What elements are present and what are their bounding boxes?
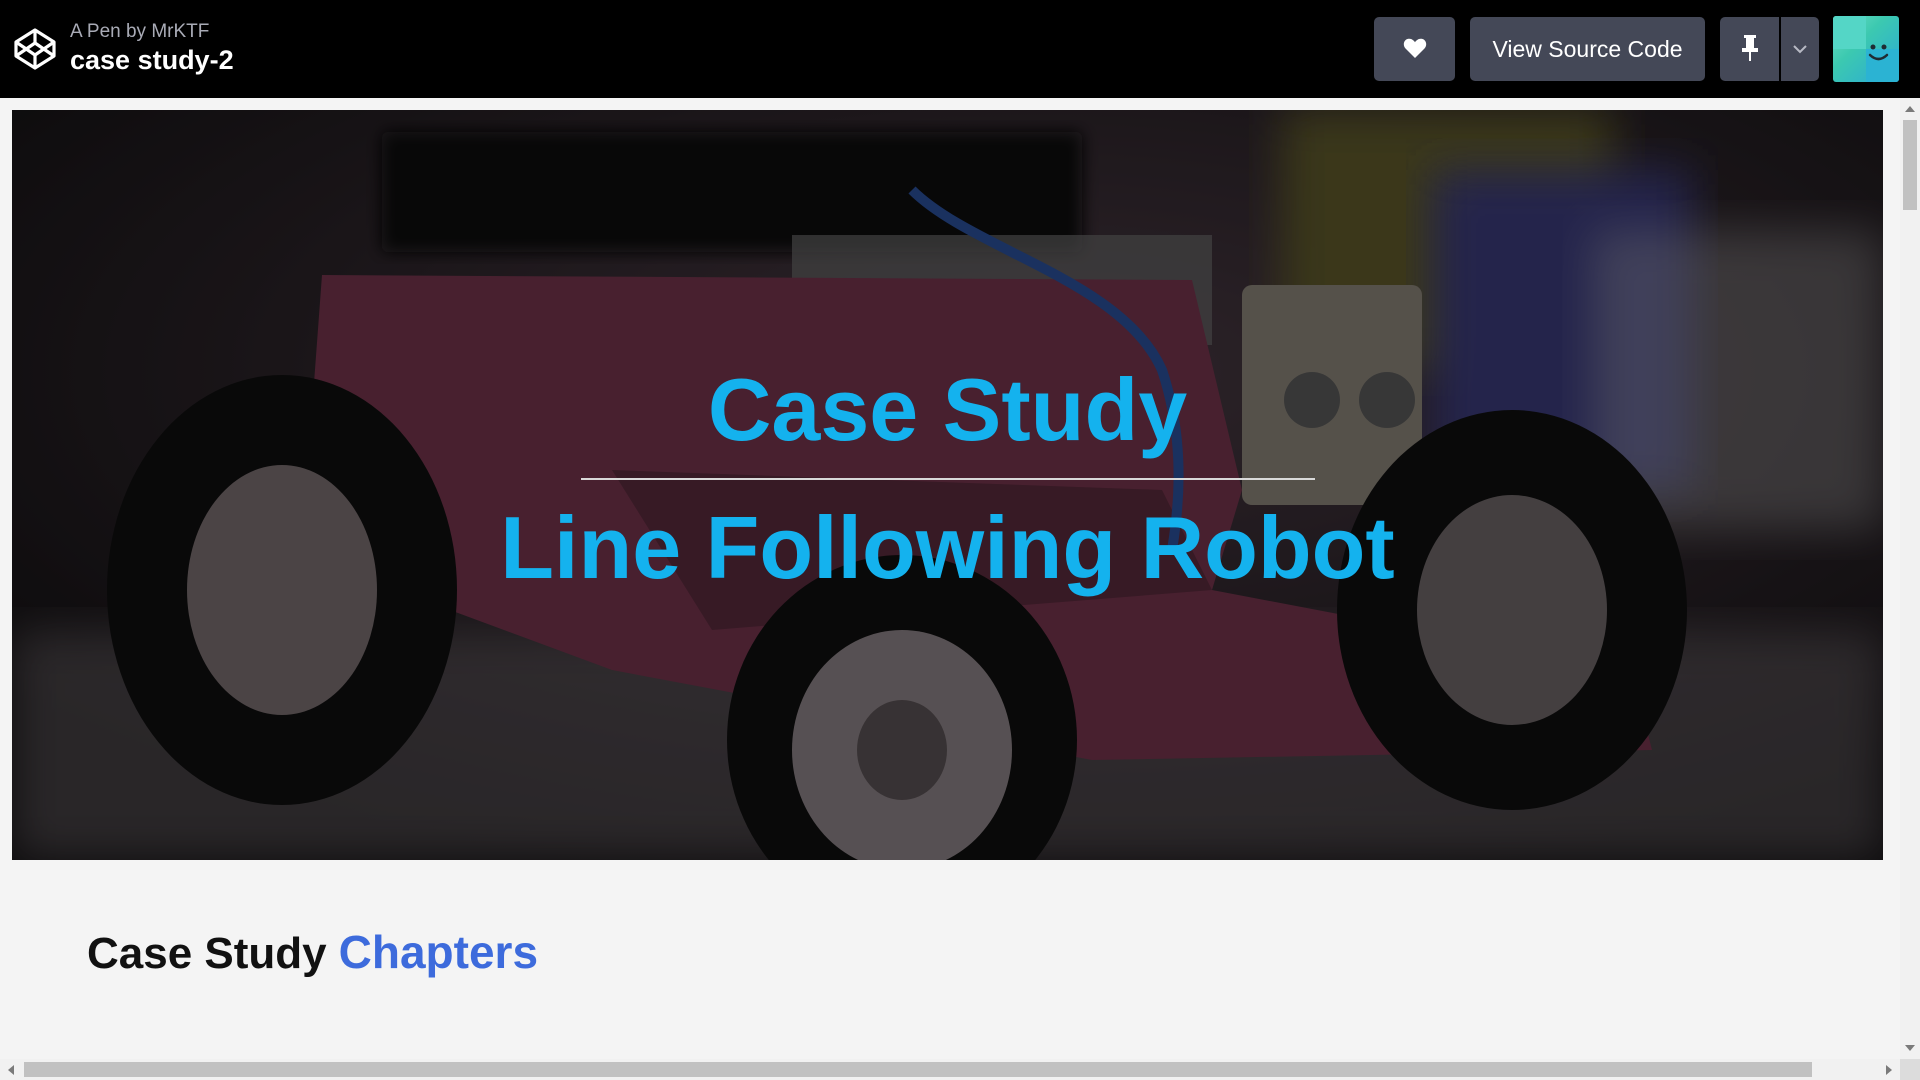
scroll-right-arrow-icon[interactable] [1886,1065,1892,1075]
pin-icon [1740,34,1760,65]
pen-author[interactable]: A Pen by MrKTF [70,21,234,43]
hero-divider [580,478,1315,480]
chapters-heading-accent: Chapters [338,926,539,978]
scroll-left-arrow-icon[interactable] [8,1065,14,1075]
pen-preview: Case Study Line Following Robot Case Stu… [0,98,1900,1059]
codepen-header: A Pen by MrKTF case study-2 View Source … [0,0,1920,98]
scrollbar-corner [1900,1059,1920,1080]
like-button[interactable] [1374,17,1455,81]
view-source-button[interactable]: View Source Code [1470,17,1705,81]
chevron-down-icon [1792,42,1808,57]
avatar-face-icon [1868,44,1889,61]
chapters-heading: Case Study Chapters [87,924,538,982]
hero-title: Case Study [707,360,1188,459]
vertical-scrollbar[interactable] [1900,98,1920,1059]
horizontal-scroll-thumb[interactable] [24,1062,1812,1077]
pin-dropdown-button[interactable] [1781,17,1819,81]
hero-text-block: Case Study Line Following Robot [12,110,1883,860]
hero-subtitle: Line Following Robot [500,498,1395,597]
vertical-scroll-thumb[interactable] [1903,120,1917,210]
heart-icon [1403,37,1427,62]
scroll-down-arrow-icon[interactable] [1905,1045,1915,1051]
pen-title: case study-2 [70,45,234,75]
pin-button[interactable] [1720,17,1779,81]
codepen-logo-icon[interactable] [12,26,58,72]
hero-banner: Case Study Line Following Robot [12,110,1883,860]
pin-button-group [1720,17,1819,81]
user-avatar[interactable] [1833,16,1899,82]
header-actions: View Source Code [1374,0,1920,98]
chapters-heading-prefix: Case Study [87,929,327,978]
pen-info: A Pen by MrKTF case study-2 [70,21,234,77]
pen-brand: A Pen by MrKTF case study-2 [0,0,234,98]
horizontal-scrollbar[interactable] [0,1059,1900,1080]
scroll-up-arrow-icon[interactable] [1905,106,1915,112]
